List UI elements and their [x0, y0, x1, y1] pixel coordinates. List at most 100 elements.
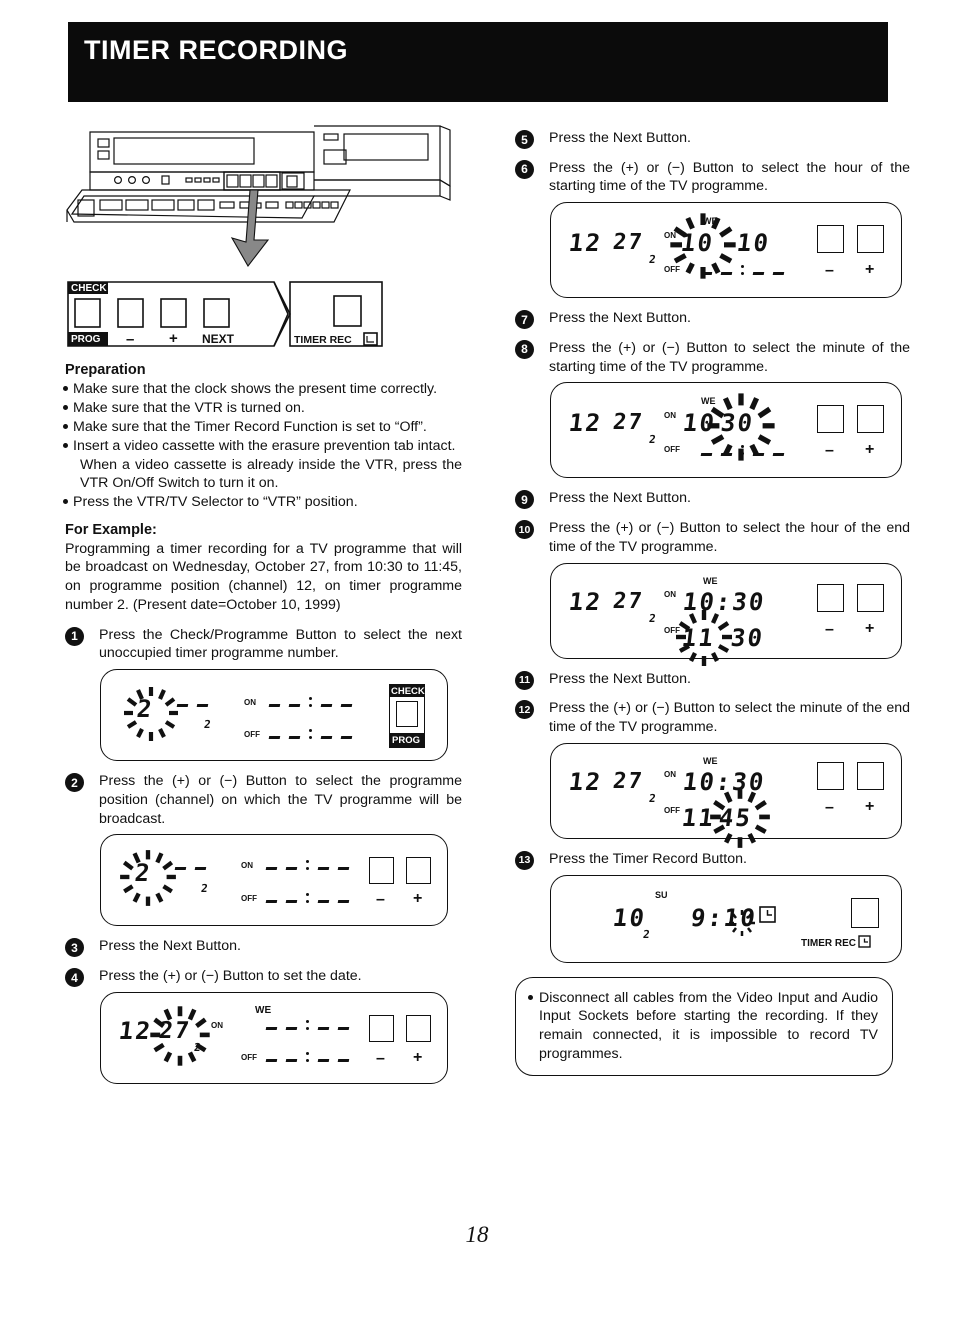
warning-row: Disconnect all cables from the Video Inp… [528, 989, 878, 1064]
step-text: Press the (+) or (−) Button to set the d… [99, 968, 362, 985]
lcd-off-label: OFF [664, 805, 680, 815]
preparation-continuation-text: When a video cassette is already inside … [80, 456, 462, 492]
minus-button[interactable] [369, 1014, 394, 1042]
check-prog-button-face[interactable] [396, 701, 418, 728]
page-title: TIMER RECORDING [84, 35, 348, 65]
preparation-text: Make sure that the VTR is turned on. [73, 399, 305, 416]
step-2: 2 Press the (+) or (−) Button to select … [65, 772, 462, 828]
plus-button[interactable] [406, 857, 431, 885]
plus-label: + [865, 797, 875, 815]
step-number: 12 [515, 700, 534, 720]
lcd-on-minute-value: 10 [735, 229, 772, 258]
step-number: 3 [65, 938, 84, 958]
minus-label: – [825, 262, 834, 280]
bullet-dot [63, 386, 68, 391]
bullet-dot [63, 423, 68, 429]
plus-label: + [413, 1048, 423, 1066]
lcd-channel-value: 12 [567, 409, 604, 438]
plus-label: + [865, 261, 875, 279]
lcd-weekday: WE [255, 1004, 272, 1016]
for-example-heading: For Example: [65, 521, 157, 538]
plus-button[interactable] [857, 225, 884, 254]
step-number: 4 [65, 968, 84, 988]
lcd-display-step-6: 12 27 2 ON OFF WE 10 10 – + [550, 202, 902, 299]
plus-button[interactable] [406, 1014, 431, 1042]
lcd-display-step-8: 12 27 2 ON OFF WE 10 30 – + [550, 382, 902, 479]
step-number: 10 [515, 520, 534, 540]
page-number: 18 [465, 1222, 489, 1247]
list-item: Insert a video cassette with the erasure… [62, 437, 462, 455]
timer-clock-icon [759, 905, 776, 923]
lcd-check-label: CHECK [391, 686, 425, 698]
preparation-text: Make sure that the clock shows the prese… [73, 381, 438, 397]
list-item: Press the VTR/TV Selector to “VTR” posit… [62, 493, 462, 511]
for-example-text: Programming a timer recording for a TV p… [65, 540, 462, 613]
lcd-off-label: OFF [241, 1052, 257, 1062]
lcd-off-time-value [268, 729, 361, 740]
step-text: Press the Next Button. [549, 670, 691, 687]
bullet-dot [63, 404, 68, 410]
lcd-date-value: 27 [611, 768, 646, 794]
lcd-prog-number: 2 [203, 718, 214, 732]
step-8: 8 Press the (+) or (−) Button to select … [515, 339, 910, 376]
lcd-display-step-12: 12 27 2 ON OFF WE 10:30 11 45 – + [550, 742, 902, 848]
lcd-on-time-value [265, 1019, 358, 1030]
lcd-prog-number: 2 [193, 1040, 204, 1054]
preparation-text: Press the VTR/TV Selector to “VTR” posit… [73, 494, 358, 511]
lcd-on-label: ON [664, 589, 676, 599]
callout-next-label: NEXT [202, 332, 235, 346]
lcd-off-hour-value: 11 [680, 623, 717, 652]
step-number: 9 [515, 490, 534, 510]
minus-button[interactable] [817, 761, 844, 790]
callout-plus-label: + [169, 330, 178, 347]
lcd-off-time-value [700, 265, 793, 276]
timer-rec-clock-icon [858, 934, 871, 948]
minus-button[interactable] [817, 225, 844, 254]
callout-timer-rec-label: TIMER REC [294, 334, 352, 346]
step-text: Press the Next Button. [99, 938, 241, 955]
step-7: 7 Press the Next Button. [515, 309, 910, 330]
lcd-prog-number: 2 [642, 927, 653, 941]
lcd-weekday: SU [655, 889, 668, 900]
step-4: 4 Press the (+) or (−) Button to set the… [65, 967, 462, 988]
step-number: 1 [65, 626, 84, 646]
minus-button[interactable] [817, 405, 844, 434]
bullet-dot [63, 442, 68, 448]
step-6: 6 Press the (+) or (−) Button to select … [515, 159, 910, 196]
lcd-date-value: 10 [611, 903, 648, 932]
preparation-text: Insert a video cassette with the erasure… [73, 437, 456, 454]
left-column: CHECK PROG – + NEXT TIMER REC Preparatio… [62, 110, 462, 1088]
lcd-off-time-value [700, 445, 793, 456]
lcd-prog-number: 2 [648, 611, 659, 625]
lcd-on-time-value [268, 697, 361, 708]
lcd-display-step-13: SU 10 2 9:10 TIMER REC [550, 874, 902, 963]
step-text: Press the (+) or (−) Button to select th… [549, 520, 910, 555]
minus-button[interactable] [369, 857, 394, 885]
plus-button[interactable] [857, 405, 884, 434]
plus-label: + [865, 619, 875, 637]
step-13: 13 Press the Timer Record Button. [515, 850, 910, 870]
lcd-timer-rec-label: TIMER REC [801, 937, 856, 949]
lcd-channel-value: 12 [567, 767, 604, 796]
lcd-channel-dashes [174, 867, 215, 870]
minus-label: – [825, 798, 834, 816]
step-12: 12 Press the (+) or (−) Button to select… [515, 699, 910, 736]
lcd-off-time-value [265, 1051, 358, 1062]
lcd-date-value: 27 [611, 588, 646, 614]
lcd-off-time-value [265, 893, 358, 904]
minus-label: – [376, 1049, 385, 1067]
plus-button[interactable] [857, 761, 884, 790]
step-text: Press the Next Button. [549, 310, 691, 327]
step-10: 10 Press the (+) or (−) Button to select… [515, 519, 910, 556]
lcd-off-label: OFF [244, 730, 260, 740]
plus-button[interactable] [857, 583, 884, 612]
lcd-prog-number: 2 [648, 433, 659, 447]
lcd-on-label: ON [211, 1020, 223, 1030]
lcd-weekday: WE [703, 575, 718, 586]
preparation-text: Make sure that the Timer Record Function… [73, 418, 427, 435]
callout-minus-label: – [126, 331, 135, 348]
minus-button[interactable] [817, 583, 844, 612]
timer-rec-button[interactable] [851, 897, 879, 928]
right-column: 5 Press the Next Button. 6 Press the (+)… [512, 118, 910, 1077]
lcd-prog-number: 2 [648, 253, 659, 267]
